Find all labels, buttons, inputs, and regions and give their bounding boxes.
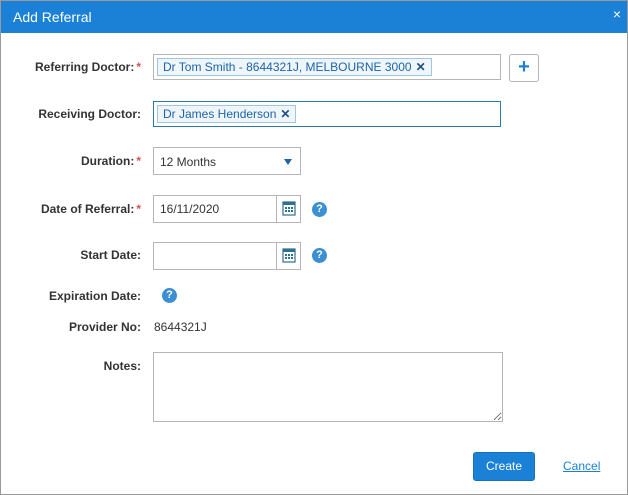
cancel-link[interactable]: Cancel xyxy=(563,459,600,473)
plus-icon: + xyxy=(518,56,530,78)
calendar-icon xyxy=(282,248,296,263)
referring-doctor-tag: Dr Tom Smith - 8644321J, MELBOURNE 3000 ✕ xyxy=(157,58,432,76)
dialog-titlebar: Add Referral × xyxy=(1,1,627,33)
date-of-referral-label-text: Date of Referral: xyxy=(40,202,135,216)
duration-label: Duration: * xyxy=(81,154,141,168)
close-icon[interactable]: × xyxy=(613,7,621,21)
date-of-referral-calendar-button[interactable] xyxy=(276,196,300,222)
provider-no-label: Provider No: xyxy=(69,320,141,334)
required-marker: * xyxy=(136,60,141,74)
remove-tag-icon[interactable]: ✕ xyxy=(280,107,290,121)
remove-tag-icon[interactable]: ✕ xyxy=(416,60,426,74)
required-marker: * xyxy=(136,154,141,168)
date-of-referral-label: Date of Referral: * xyxy=(41,202,141,216)
date-of-referral-input[interactable] xyxy=(154,196,276,222)
start-date-label-text: Start Date: xyxy=(80,248,141,262)
expiration-date-label: Expiration Date: xyxy=(49,289,141,303)
referring-doctor-label: Referring Doctor: * xyxy=(35,60,141,74)
help-icon[interactable]: ? xyxy=(312,248,327,263)
receiving-doctor-tag: Dr James Henderson ✕ xyxy=(157,105,297,123)
expiration-date-label-text: Expiration Date: xyxy=(48,289,141,303)
create-button[interactable]: Create xyxy=(473,452,535,481)
start-date-field xyxy=(153,242,301,270)
start-date-calendar-button[interactable] xyxy=(276,243,300,269)
receiving-doctor-input[interactable]: Dr James Henderson ✕ xyxy=(153,101,501,127)
receiving-doctor-label-text: Receiving Doctor: xyxy=(38,107,141,121)
referring-doctor-tag-text: Dr Tom Smith - 8644321J, MELBOURNE 3000 xyxy=(163,60,412,74)
provider-no-value: 8644321J xyxy=(154,320,207,334)
help-icon[interactable]: ? xyxy=(312,202,327,217)
chevron-down-icon xyxy=(284,159,292,165)
duration-value: 12 Months xyxy=(160,155,217,169)
duration-label-text: Duration: xyxy=(81,154,135,168)
help-icon[interactable]: ? xyxy=(162,288,177,303)
calendar-icon xyxy=(282,201,296,216)
notes-textarea[interactable] xyxy=(153,352,503,422)
add-referring-doctor-button[interactable]: + xyxy=(509,54,539,82)
receiving-doctor-tag-text: Dr James Henderson xyxy=(163,107,277,121)
required-marker: * xyxy=(136,202,141,216)
notes-label: Notes: xyxy=(104,359,141,373)
start-date-label: Start Date: xyxy=(80,248,141,262)
referring-doctor-label-text: Referring Doctor: xyxy=(34,60,135,74)
dialog-title: Add Referral xyxy=(13,9,92,25)
duration-select[interactable]: 12 Months xyxy=(153,147,301,175)
referring-doctor-input[interactable]: Dr Tom Smith - 8644321J, MELBOURNE 3000 ✕ xyxy=(153,54,501,80)
notes-label-text: Notes: xyxy=(103,359,141,373)
receiving-doctor-label: Receiving Doctor: xyxy=(38,107,141,121)
start-date-input[interactable] xyxy=(154,243,276,269)
date-of-referral-field xyxy=(153,195,301,223)
provider-no-label-text: Provider No: xyxy=(68,320,141,334)
add-referral-dialog: Add Referral × Referring Doctor: * Dr Tom… xyxy=(0,0,628,495)
